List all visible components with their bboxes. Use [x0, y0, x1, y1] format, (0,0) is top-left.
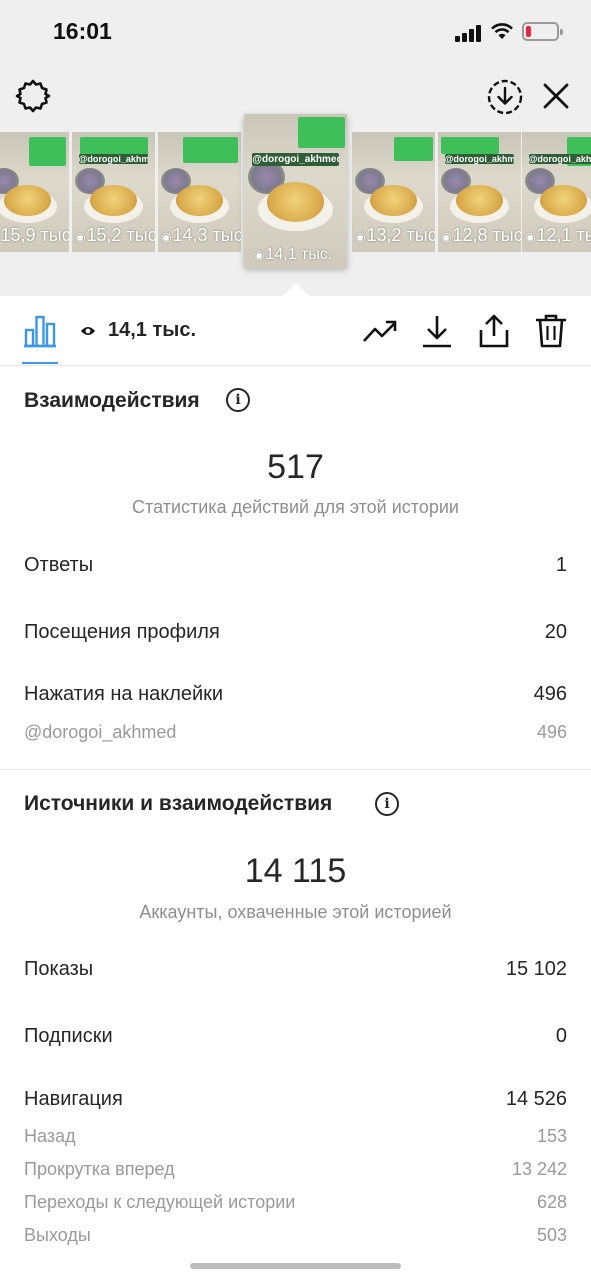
info-icon[interactable]: i [226, 388, 250, 412]
insights-tab-underline [22, 362, 58, 364]
story-thumbnail[interactable]: @dorogoi_akhmed ◉15,2 тыс. [72, 132, 155, 252]
gear-icon[interactable] [14, 77, 52, 115]
row-label-follows: Подписки [24, 1025, 113, 1047]
eye-icon: ◉ [161, 230, 172, 244]
row-value-follows: 0 [555, 1025, 567, 1047]
thumbnail-views: 14,3 тыс. [172, 225, 241, 245]
status-bar: 16:01 [0, 0, 591, 64]
story-toolbar: 14,1 тыс. [0, 296, 591, 366]
eye-icon: ◉ [525, 230, 536, 244]
discovery-subtitle: Аккаунты, охваченные этой историей [139, 902, 452, 922]
insights-icon[interactable] [22, 314, 58, 348]
story-thumbnail[interactable]: @dorogoi_akhmed ◉12,8 тыс. [438, 132, 521, 252]
story-thumbnail[interactable]: ◉13,2 тыс. [352, 132, 435, 252]
thumbnail-handle: @dorogoi_akhmed [528, 153, 591, 165]
thumbnail-views: 15,9 тыс. [0, 225, 69, 245]
nav-value-exits: 503 [536, 1225, 567, 1245]
section-title-discovery: Источники и взаимодействия [24, 792, 333, 815]
info-icon[interactable]: i [375, 792, 399, 816]
story-thumbnail[interactable]: ◉15,9 тыс. [0, 132, 69, 252]
section-title-interactions: Взаимодействия [24, 389, 200, 412]
story-thumbnail[interactable]: ◉14,3 тыс. [158, 132, 241, 252]
story-thumbnail-selected[interactable]: @dorogoi_akhmed ◉14,1 тыс. [244, 114, 347, 268]
thumbnail-views: 13,2 тыс. [366, 225, 435, 245]
nav-value-next-story: 628 [536, 1192, 567, 1212]
selected-pointer [282, 283, 310, 296]
share-icon[interactable] [476, 314, 512, 348]
eye-icon [81, 327, 95, 335]
thumbnail-views: 12,8 тыс. [452, 225, 521, 245]
thumbnail-handle: @dorogoi_akhmed [444, 153, 515, 165]
nav-value-forward: 13 242 [511, 1159, 567, 1179]
wifi-icon [491, 23, 513, 39]
row-value-profile-visits: 20 [544, 621, 567, 643]
home-indicator[interactable] [190, 1263, 401, 1269]
nav-label-back: Назад [24, 1126, 76, 1146]
story-preview-area: 16:01 ◉15,9 тыс. @dorogoi_akhmed ◉15,2 т… [0, 0, 591, 296]
sticker-handle-value: 496 [536, 722, 567, 742]
row-value-replies: 1 [555, 554, 567, 576]
status-time: 16:01 [53, 18, 112, 44]
cellular-signal-icon [455, 24, 483, 42]
thumbnail-handle: @dorogoi_akhmed [78, 153, 149, 165]
discovery-total: 14 115 [244, 852, 347, 890]
thumbnail-views: 14,1 тыс. [265, 246, 333, 263]
story-thumbnail[interactable]: @dorogoi_akhmed ◉12,1 тыс. [522, 132, 591, 252]
story-thumbnail-strip: ◉15,9 тыс. @dorogoi_akhmed ◉15,2 тыс. ◉1… [0, 114, 591, 278]
eye-icon: ◉ [254, 248, 265, 262]
battery-icon [522, 22, 563, 41]
row-label-navigation: Навигация [24, 1088, 123, 1110]
section-divider [0, 769, 591, 770]
sticker-handle-label[interactable]: @dorogoi_akhmed [24, 722, 176, 743]
row-value-sticker-taps: 496 [533, 683, 567, 705]
thumbnail-views: 12,1 тыс. [536, 225, 591, 245]
trash-icon[interactable] [533, 314, 569, 348]
row-label-replies: Ответы [24, 554, 94, 576]
row-label-sticker-taps: Нажатия на наклейки [24, 683, 224, 705]
row-value-navigation: 14 526 [505, 1088, 567, 1110]
row-label-impressions: Показы [24, 958, 94, 980]
eye-icon: ◉ [75, 230, 86, 244]
story-view-count: 14,1 тыс. [108, 319, 197, 341]
promote-trend-icon[interactable] [362, 314, 398, 348]
download-circle-icon[interactable] [486, 78, 524, 116]
eye-icon: ◉ [441, 230, 452, 244]
interactions-subtitle: Статистика действий для этой истории [132, 497, 459, 517]
nav-label-forward: Прокрутка вперед [24, 1159, 175, 1179]
nav-label-next-story: Переходы к следующей истории [24, 1192, 296, 1212]
row-label-profile-visits: Посещения профиля [24, 621, 220, 643]
nav-label-exits: Выходы [24, 1225, 91, 1245]
eye-icon: ◉ [355, 230, 366, 244]
thumbnail-views: 15,2 тыс. [86, 225, 155, 245]
thumbnail-handle: @dorogoi_akhmed [252, 152, 339, 167]
row-value-impressions: 15 102 [505, 958, 567, 980]
interactions-total: 517 [267, 448, 324, 486]
download-icon[interactable] [419, 314, 455, 348]
close-icon[interactable] [540, 80, 572, 112]
nav-value-back: 153 [536, 1126, 567, 1146]
